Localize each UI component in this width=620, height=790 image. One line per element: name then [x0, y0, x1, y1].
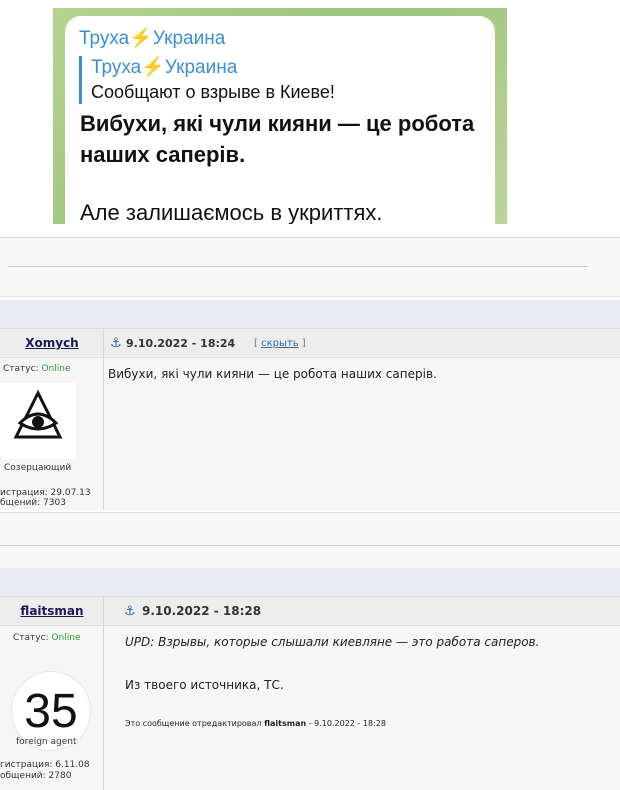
edit-author[interactable]: flaitsman	[264, 719, 306, 728]
user-rank: Созерцающий	[4, 463, 72, 473]
author-name[interactable]: Xomych	[0, 329, 104, 358]
blank-strip	[0, 237, 620, 297]
status-online: Online	[51, 633, 81, 643]
user-rank: foreign agent	[16, 737, 77, 747]
post-date: 9.10.2022 - 18:24	[126, 337, 236, 350]
status-online: Online	[41, 364, 71, 374]
bolt-icon: ⚡	[129, 28, 153, 49]
author-name[interactable]: flaitsman	[0, 597, 104, 626]
message-text: Але залишаємось в укриттях.	[80, 200, 383, 224]
post-quote: UPD: Взрывы, которые слышали киевляне — …	[125, 635, 540, 649]
reply-channel-name: Труха⚡Украина	[91, 57, 238, 78]
post-separator	[0, 568, 620, 596]
divider	[8, 266, 588, 267]
blank-strip	[0, 512, 620, 572]
telegram-screenshot: Труха⚡Украина Труха⚡Украина Сообщают о в…	[53, 8, 507, 224]
divider	[0, 545, 620, 546]
post-date: 9.10.2022 - 18:28	[142, 604, 262, 618]
eye-triangle-icon	[13, 389, 63, 439]
author-panel: Xomych Статус: Online Созерцающий истрац…	[0, 329, 104, 510]
bolt-icon: ⚡	[141, 57, 165, 78]
post-body: Из твоего источника, ТС.	[125, 678, 284, 692]
message-count: бщений: 7303	[0, 498, 66, 508]
avatar[interactable]	[0, 383, 76, 459]
channel-name[interactable]: Труха⚡Украина	[79, 26, 225, 50]
message-count: общений: 2780	[0, 771, 72, 781]
author-panel: flaitsman Статус: Online 35 foreign agen…	[0, 597, 104, 790]
reply-text: Сообщают о взрыве в Киеве!	[91, 82, 335, 102]
reply-quote[interactable]: Труха⚡Украина Сообщают о взрыве в Киеве!	[79, 56, 379, 104]
post-body: Вибухи, які чули кияни — це робота наших…	[108, 367, 437, 381]
edit-note: Это сообщение отредактировал flaitsman -…	[125, 719, 386, 728]
forum-post: flaitsman Статус: Online 35 foreign agen…	[0, 596, 620, 790]
forum-post: Xomych Статус: Online Созерцающий истрац…	[0, 328, 620, 510]
post-separator	[0, 300, 620, 328]
message-bold-text: Вибухи, які чули кияни — це робота наших…	[80, 111, 475, 167]
anchor-icon[interactable]: ⚓	[110, 336, 122, 351]
status-line: Статус: Online	[13, 633, 81, 643]
hide-link: [ скрыть ]	[254, 338, 306, 349]
hide-button[interactable]: скрыть	[261, 338, 299, 349]
status-line: Статус: Online	[3, 364, 71, 374]
telegram-message-bubble: Труха⚡Украина Труха⚡Украина Сообщают о в…	[65, 16, 495, 224]
anchor-icon[interactable]: ⚓	[124, 604, 136, 619]
